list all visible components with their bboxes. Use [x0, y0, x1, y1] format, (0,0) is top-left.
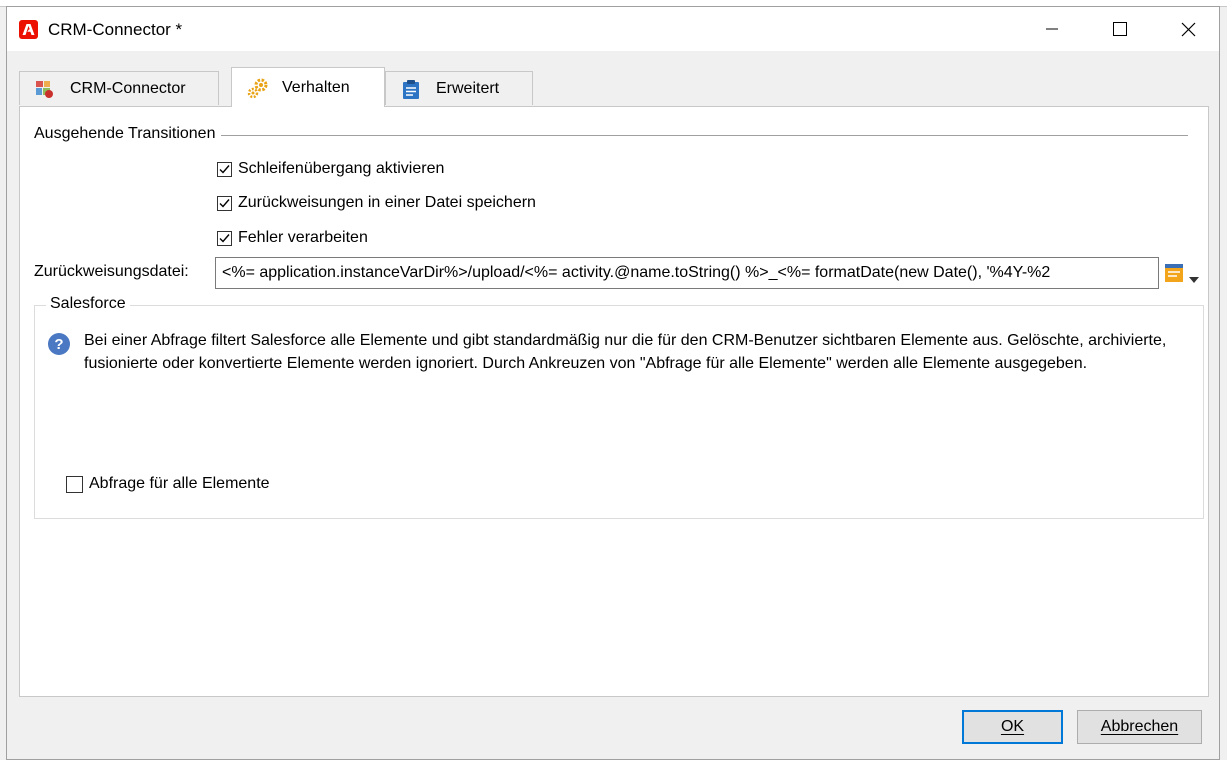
rejection-file-label: Zurückweisungsdatei:	[34, 263, 189, 280]
minimize-button[interactable]	[1017, 7, 1087, 51]
close-button[interactable]	[1153, 7, 1223, 51]
tab-verhalten[interactable]: Verhalten	[231, 67, 385, 107]
checkmark-icon	[219, 198, 230, 208]
clipboard-icon	[400, 78, 422, 100]
window-title: CRM-Connector *	[48, 20, 183, 39]
query-all-elements-checkbox[interactable]: Abfrage für alle Elemente	[66, 475, 270, 493]
ok-button-label: OK	[1000, 718, 1025, 735]
expression-editor-icon	[1165, 264, 1183, 282]
process-errors-checkbox[interactable]: Fehler verarbeiten	[217, 229, 368, 247]
ok-button[interactable]: OK	[962, 710, 1063, 744]
checkbox-box[interactable]	[217, 161, 232, 177]
tab-label: Verhalten	[282, 78, 350, 96]
checkbox-label: Abfrage für alle Elemente	[89, 475, 270, 492]
maximize-button[interactable]	[1085, 7, 1155, 51]
adobe-app-icon	[19, 20, 38, 39]
save-rejections-checkbox[interactable]: Zurückweisungen in einer Datei speichern	[217, 194, 536, 212]
gears-icon	[246, 77, 268, 99]
checkbox-label: Schleifenübergang aktivieren	[238, 160, 445, 177]
salesforce-info-text: Bei einer Abfrage filtert Salesforce all…	[84, 332, 1167, 372]
salesforce-group-label: Salesforce	[46, 295, 130, 313]
tab-crm-connector[interactable]: CRM-Connector	[19, 71, 219, 105]
dialog-window: CRM-Connector * CRM-Connector Verhalten …	[6, 6, 1220, 760]
checkmark-icon	[219, 233, 230, 243]
minimize-icon	[1046, 28, 1058, 30]
checkbox-label: Zurückweisungen in einer Datei speichern	[238, 194, 536, 211]
checkmark-icon	[219, 164, 230, 174]
checkbox-box[interactable]	[217, 230, 232, 246]
loop-transition-checkbox[interactable]: Schleifenübergang aktivieren	[217, 160, 444, 178]
checkbox-label: Fehler verarbeiten	[238, 229, 368, 246]
tab-label: Erweitert	[436, 79, 500, 97]
tab-erweitert[interactable]: Erweitert	[385, 71, 533, 105]
checkbox-box[interactable]	[217, 195, 232, 211]
crm-connector-icon	[34, 78, 56, 100]
close-icon	[1181, 22, 1195, 36]
outgoing-transitions-label: Ausgehende Transitionen	[34, 125, 222, 143]
cancel-button-label: Abbrechen	[1100, 718, 1179, 735]
cancel-button[interactable]: Abbrechen	[1077, 710, 1202, 744]
chevron-down-icon[interactable]	[1189, 270, 1199, 288]
expression-editor-button[interactable]	[1164, 262, 1184, 284]
maximize-icon	[1113, 22, 1127, 36]
tab-label: CRM-Connector	[70, 79, 186, 97]
help-icon: ?	[48, 333, 70, 355]
group-divider	[220, 135, 1188, 136]
checkbox-box[interactable]	[66, 475, 83, 493]
rejection-file-input[interactable]: <%= application.instanceVarDir%>/upload/…	[215, 257, 1159, 289]
tab-panel-verhalten: Ausgehende Transitionen Schleifenübergan…	[19, 106, 1209, 697]
title-bar: CRM-Connector *	[7, 7, 1219, 51]
